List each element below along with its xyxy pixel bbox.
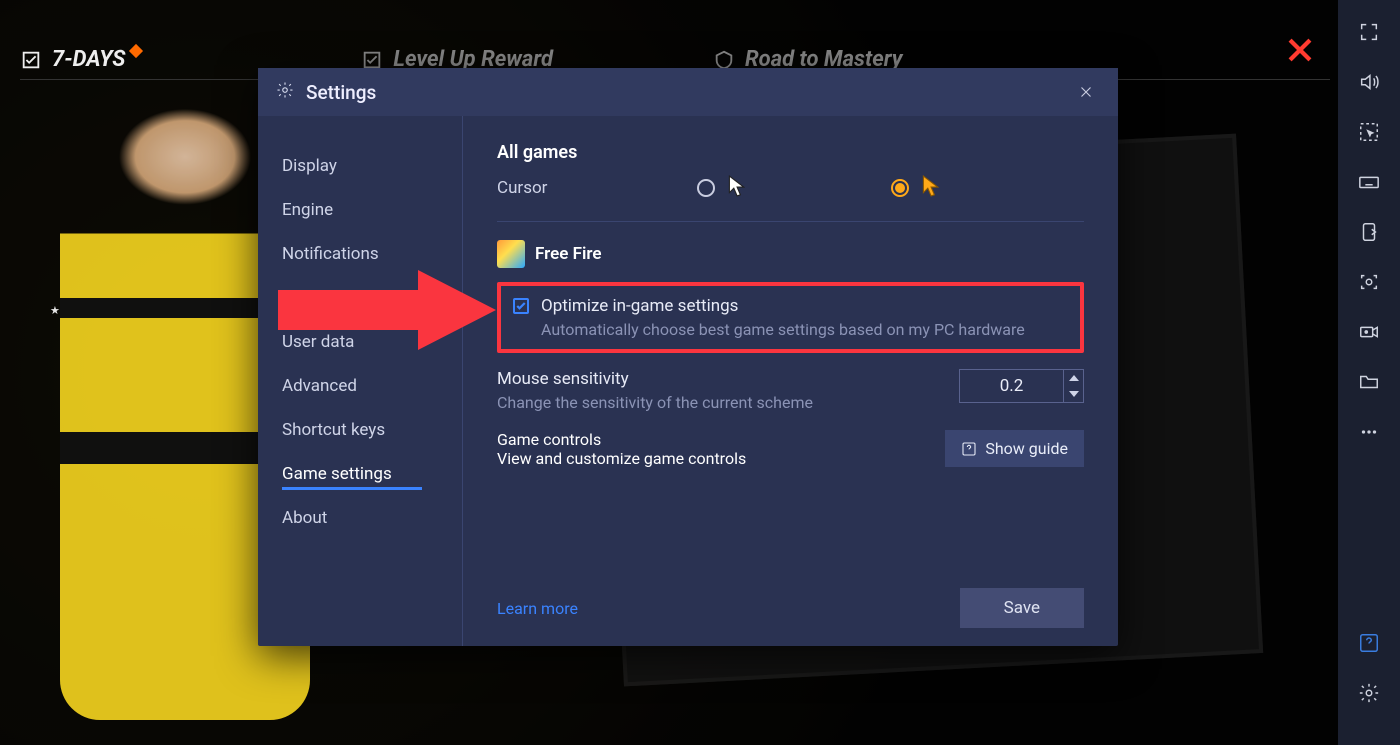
keyboard-icon[interactable] — [1357, 170, 1381, 194]
emulator-sidebar — [1338, 0, 1400, 745]
tab-7days[interactable]: 7-DAYS — [20, 47, 141, 72]
settings-title: Settings — [306, 81, 376, 104]
settings-footer: Learn more Save — [497, 570, 1084, 628]
help-icon[interactable] — [1357, 631, 1381, 655]
nav-advanced[interactable]: Advanced — [258, 364, 462, 408]
gear-icon — [276, 81, 294, 103]
game-section-header: Free Fire — [497, 240, 1084, 268]
mouse-sensitivity-row: Mouse sensitivity Change the sensitivity… — [497, 369, 1084, 412]
nav-about[interactable]: About — [258, 496, 462, 540]
spin-up[interactable] — [1064, 370, 1083, 386]
learn-more-link[interactable]: Learn more — [497, 599, 578, 618]
divider — [497, 221, 1084, 222]
optimize-setting-row: Optimize in-game settings Automatically … — [497, 282, 1084, 353]
mouse-sens-title: Mouse sensitivity — [497, 369, 939, 389]
cursor-option-default[interactable] — [697, 175, 891, 201]
show-guide-label: Show guide — [985, 439, 1068, 458]
all-games-title: All games — [497, 142, 1084, 163]
cursor-row: Cursor — [497, 175, 1084, 201]
radio-unchecked-icon — [697, 179, 715, 197]
nav-notifications[interactable]: Notifications — [258, 232, 462, 276]
install-apk-icon[interactable] — [1357, 220, 1381, 244]
mouse-sens-input[interactable] — [959, 369, 1064, 403]
media-folder-icon[interactable] — [1357, 370, 1381, 394]
tab-label: 7-DAYS — [52, 47, 125, 72]
freefire-icon — [497, 240, 525, 268]
cursor-white-icon — [727, 175, 745, 201]
game-controls-row: Game controls View and customize game co… — [497, 430, 1084, 468]
screenshot-icon[interactable] — [1357, 270, 1381, 294]
mouse-sens-desc: Change the sensitivity of the current sc… — [497, 393, 939, 412]
nav-shortcut-keys[interactable]: Shortcut keys — [258, 408, 462, 452]
cursor-orange-icon — [921, 175, 939, 201]
notification-dot-icon — [129, 43, 143, 57]
cursor-option-system[interactable] — [891, 175, 1085, 201]
game-close-button[interactable] — [1280, 30, 1320, 70]
spin-down[interactable] — [1064, 386, 1083, 402]
nav-user-data[interactable]: User data — [258, 320, 462, 364]
more-icon[interactable] — [1357, 420, 1381, 444]
settings-content: All games Cursor Free Fire — [463, 116, 1118, 646]
settings-header: Settings — [258, 68, 1118, 116]
game-name: Free Fire — [535, 244, 601, 264]
nav-engine[interactable]: Engine — [258, 188, 462, 232]
volume-icon[interactable] — [1357, 70, 1381, 94]
optimize-title: Optimize in-game settings — [541, 296, 738, 316]
game-controls-title: Game controls — [497, 430, 945, 449]
settings-icon[interactable] — [1357, 681, 1381, 705]
nav-game-settings[interactable]: Game settings — [258, 452, 462, 496]
nav-display[interactable]: Display — [258, 144, 462, 188]
lock-cursor-icon[interactable] — [1357, 120, 1381, 144]
record-icon[interactable] — [1357, 320, 1381, 344]
optimize-checkbox[interactable] — [513, 298, 529, 314]
settings-nav: Display Engine Notifications Preferences… — [258, 116, 463, 646]
help-small-icon — [961, 441, 977, 457]
fullscreen-icon[interactable] — [1357, 20, 1381, 44]
settings-modal: Settings Display Engine Notifications Pr… — [258, 68, 1118, 646]
close-button[interactable] — [1072, 78, 1100, 106]
cursor-label: Cursor — [497, 178, 697, 198]
nav-preferences[interactable]: Preferences — [258, 276, 462, 320]
optimize-desc: Automatically choose best game settings … — [541, 320, 1068, 339]
show-guide-button[interactable]: Show guide — [945, 430, 1084, 467]
game-controls-desc: View and customize game controls — [497, 449, 945, 468]
mouse-sens-spinner — [959, 369, 1084, 403]
save-button[interactable]: Save — [960, 588, 1084, 628]
radio-checked-icon — [891, 179, 909, 197]
